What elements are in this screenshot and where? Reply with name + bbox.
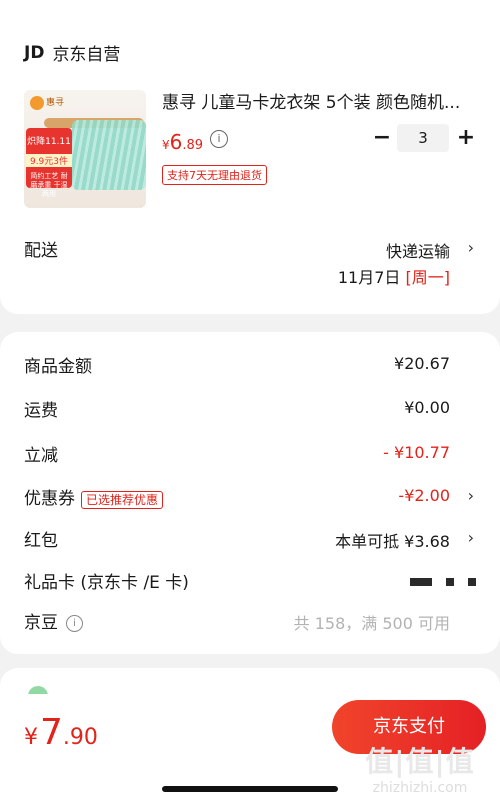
delivery-label: 配送 (24, 241, 58, 261)
jd-logo-icon: JD (24, 42, 45, 63)
beans-row: 京豆 i (24, 608, 83, 633)
goods-amount-label: 商品金额 (24, 357, 92, 377)
discount-label: 立减 (24, 446, 58, 466)
coupon-row[interactable]: 优惠券 已选推荐优惠 (24, 484, 164, 509)
goods-amount-value: ¥20.67 (394, 354, 450, 373)
thumb-brand: 惠寻 (46, 98, 65, 108)
brand-logo-icon (30, 96, 44, 110)
giftcard-redacted (410, 578, 476, 586)
watermark: 值|值|值 zhizhizhi.com (365, 745, 475, 796)
coupon-label: 优惠券 (24, 489, 75, 509)
quantity-plus-button[interactable]: + (456, 126, 476, 150)
giftcard-label[interactable]: 礼品卡 (京东卡 /E 卡) (24, 568, 189, 593)
discount-value: - ¥10.77 (383, 443, 450, 462)
coupon-tag: 已选推荐优惠 (81, 490, 164, 509)
redpacket-value[interactable]: 本单可抵 ¥3.68 (335, 528, 450, 552)
store-header: JD 京东自营 (24, 40, 121, 66)
thumb-promo-1: 炽降11.11 (27, 137, 71, 147)
return-policy-tag: 支持7天无理由退货 (162, 165, 267, 185)
product-card: JD 京东自营 惠寻 炽降11.11 9.9元3件 简约工艺 耐磨承重 干湿两用… (0, 0, 500, 314)
delivery-date: 11月7日 [周一] (337, 268, 450, 287)
quantity-minus-button[interactable]: − (372, 126, 392, 150)
chevron-right-icon[interactable]: › (468, 486, 474, 505)
product-price: ¥6.89 (162, 130, 204, 154)
info-icon[interactable]: i (66, 614, 83, 632)
chevron-right-icon[interactable]: › (468, 238, 474, 257)
chevron-right-icon[interactable]: › (468, 528, 474, 547)
shipping-label: 运费 (24, 401, 58, 421)
store-name: 京东自营 (52, 45, 121, 65)
shipping-value: ¥0.00 (404, 398, 450, 417)
redpacket-label: 红包 (24, 531, 58, 551)
thumb-promo-3: 简约工艺 耐磨承重 干湿两用 (30, 172, 68, 198)
beans-label: 京豆 (24, 613, 58, 633)
product-title[interactable]: 惠寻 儿童马卡龙衣架 5个装 颜色随机... (162, 88, 472, 113)
delivery-method[interactable]: 快递运输 (386, 238, 450, 262)
info-icon[interactable]: i (210, 130, 228, 148)
coupon-value[interactable]: -¥2.00 (398, 486, 450, 505)
product-thumbnail[interactable]: 惠寻 炽降11.11 9.9元3件 简约工艺 耐磨承重 干湿两用 (24, 90, 146, 208)
home-indicator (162, 786, 338, 792)
beans-value: 共 158，满 500 可用 (293, 614, 450, 633)
hanger-image (72, 120, 146, 190)
total-price: ¥7.90 (24, 712, 98, 753)
thumb-promo-2: 9.9元3件 (26, 154, 72, 167)
quantity-input[interactable]: 3 (397, 124, 449, 152)
